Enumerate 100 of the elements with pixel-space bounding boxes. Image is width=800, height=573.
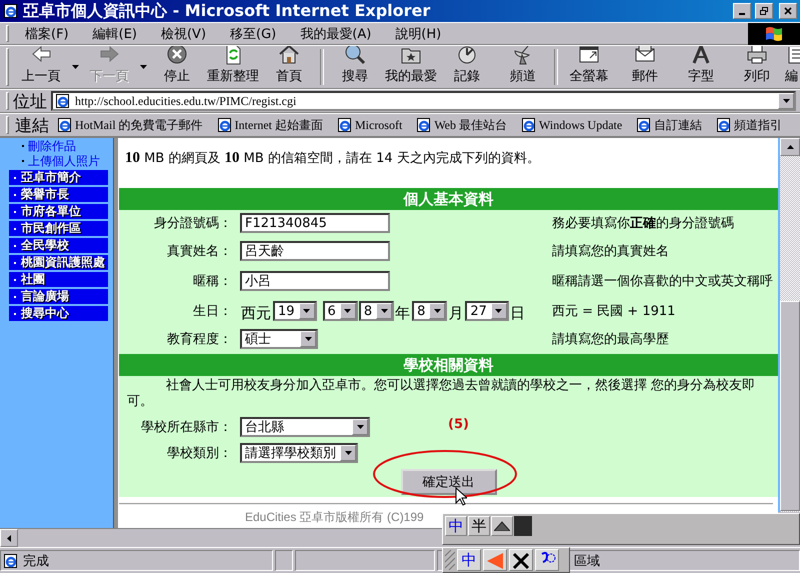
section-header: 學校相關資料 [119, 354, 778, 376]
sidebar-item[interactable]: 市民創作區 [9, 221, 108, 236]
sidebar-item[interactable]: 搜尋中心 [9, 306, 108, 321]
link[interactable]: 頻道指引 [716, 116, 782, 134]
text-field[interactable]: F121340845 [240, 213, 390, 233]
sidebar-item[interactable]: 桃園資訊護照處 [9, 255, 108, 270]
toolbar-button[interactable]: 我的最愛 [383, 47, 439, 87]
link[interactable]: Windows Update [521, 117, 622, 133]
field-label: 學校類別： [166, 445, 232, 462]
field-label: 身分證號碼： [153, 215, 232, 232]
input-mode-button[interactable]: 半 [468, 516, 490, 536]
minimize-button[interactable] [733, 3, 751, 19]
select-field[interactable]: 27 [465, 301, 509, 321]
text-field[interactable]: 小呂 [240, 271, 390, 291]
input-mode-button[interactable]: 中 [457, 549, 481, 571]
toolbar-button[interactable]: 搜尋 [327, 47, 383, 87]
toolbar-button[interactable]: 列印 [729, 47, 785, 87]
field-label: 真實姓名： [166, 243, 232, 260]
flag-logo-icon [748, 22, 800, 44]
browser-page-icon [521, 117, 538, 133]
menu-item[interactable]: 我的最愛(A) [292, 24, 380, 42]
input-mode-button[interactable]: 中 [445, 516, 467, 536]
window-title: 亞卓市個人資訊中心 - Microsoft Internet Explorer [23, 0, 432, 22]
select-field[interactable]: 19 [273, 301, 317, 321]
close-button[interactable] [779, 3, 797, 19]
toolbar-button[interactable]: 全螢幕 [561, 47, 617, 87]
field-hint: 請填寫您的真實姓名 [552, 243, 669, 260]
restore-button[interactable] [755, 3, 773, 19]
restore-icon [759, 6, 769, 16]
status-text: 完成 [23, 552, 49, 570]
step-annotation: (5) [448, 417, 469, 432]
tray-button[interactable] [535, 549, 559, 571]
sidebar-item[interactable]: 言論廣場 [9, 289, 108, 304]
indicator-icon [514, 516, 532, 536]
link[interactable]: 自訂連結 [636, 116, 702, 134]
browser-page-icon [216, 117, 233, 133]
mouse-cursor-icon [455, 487, 467, 506]
toolbar-button[interactable]: 編 [785, 47, 800, 87]
clock-icon [456, 46, 478, 65]
vertical-scrollbar[interactable] [778, 138, 800, 512]
sidebar-item[interactable]: 亞卓市簡介 [9, 170, 108, 185]
link[interactable]: HotMail 的免費電子郵件 [57, 116, 203, 134]
search-icon [344, 46, 366, 65]
toolbar-button[interactable]: 重新整理 [205, 47, 261, 87]
dropdown-arrow-icon [495, 309, 502, 313]
sidebar-item[interactable]: 榮譽市長 [9, 187, 108, 202]
link[interactable]: Web 最佳站台 [416, 116, 508, 134]
browser-page-icon [416, 117, 432, 133]
scroll-thumb[interactable] [780, 301, 800, 511]
submit-button[interactable]: 確定送出 [400, 469, 496, 495]
toolbar-button[interactable]: 首頁 [261, 47, 317, 87]
select-field[interactable]: 請選擇學校類別 [240, 443, 358, 463]
left-arrow-icon [7, 534, 11, 542]
house-icon [278, 46, 300, 65]
toolbar-button[interactable]: 字型 [673, 47, 729, 87]
triangle-icon [494, 521, 510, 531]
toolbar-button[interactable]: 郵件 [617, 47, 673, 87]
menu-item[interactable]: 檢視(V) [152, 24, 214, 42]
minimize-icon [739, 13, 745, 15]
sidebar-link[interactable]: 上傳個人照片 [0, 155, 113, 167]
browser-page-icon [336, 117, 353, 133]
font-icon [690, 46, 712, 65]
address-field[interactable]: http://school.educities.edu.tw/PIMC/regist.cgi [51, 91, 796, 111]
horizontal-scrollbar[interactable] [0, 528, 442, 547]
field-hint: 務必要填寫你正確的身分證號碼 [552, 215, 734, 232]
menu-item[interactable]: 說明(H) [387, 24, 450, 42]
menu-item[interactable]: 檔案(F) [17, 24, 77, 42]
close-icon [783, 6, 793, 16]
zone-text: 區域 [574, 552, 600, 570]
caret-icon [72, 65, 78, 69]
toolbar-button[interactable]: 頻道 [495, 47, 551, 87]
menu-item[interactable]: 編輯(E) [84, 24, 145, 42]
dropdown-arrow-icon [303, 309, 310, 313]
browser-page-icon [3, 3, 19, 19]
tray-button[interactable] [509, 549, 533, 571]
speaker-icon [485, 550, 505, 570]
up-arrow-icon [786, 145, 794, 149]
toggle-button[interactable] [491, 516, 513, 536]
link[interactable]: Microsoft [336, 117, 402, 133]
toolbar-button[interactable]: 上一頁 [13, 47, 69, 87]
browser-page-icon [3, 552, 19, 568]
select-field[interactable]: 8 [358, 301, 394, 321]
select-field[interactable]: 8 [412, 301, 448, 321]
link[interactable]: Internet 起始畫面 [216, 116, 323, 134]
dropdown-arrow-icon [356, 425, 364, 429]
sidebar-item[interactable]: 市府各單位 [9, 204, 108, 219]
browser-page-icon [57, 117, 73, 133]
sidebar-item[interactable]: 全民學校 [9, 238, 108, 253]
section-header: 個人基本資料 [119, 188, 778, 210]
text-field[interactable]: 呂天齡 [240, 241, 390, 261]
sidebar-item[interactable]: 社團 [9, 272, 108, 287]
field-hint: 西元 = 民國 + 1911 [552, 303, 676, 320]
dropdown-arrow-icon [380, 309, 388, 313]
select-field[interactable]: 碩士 [240, 329, 318, 349]
select-field[interactable]: 台北縣 [240, 417, 370, 437]
sidebar-link[interactable]: 刪除作品 [0, 140, 113, 152]
toolbar-button[interactable]: 停止 [149, 47, 205, 87]
menu-item[interactable]: 移至(G) [222, 24, 284, 42]
select-field[interactable]: 6 [322, 301, 358, 321]
toolbar-button[interactable]: 記錄 [439, 47, 495, 87]
